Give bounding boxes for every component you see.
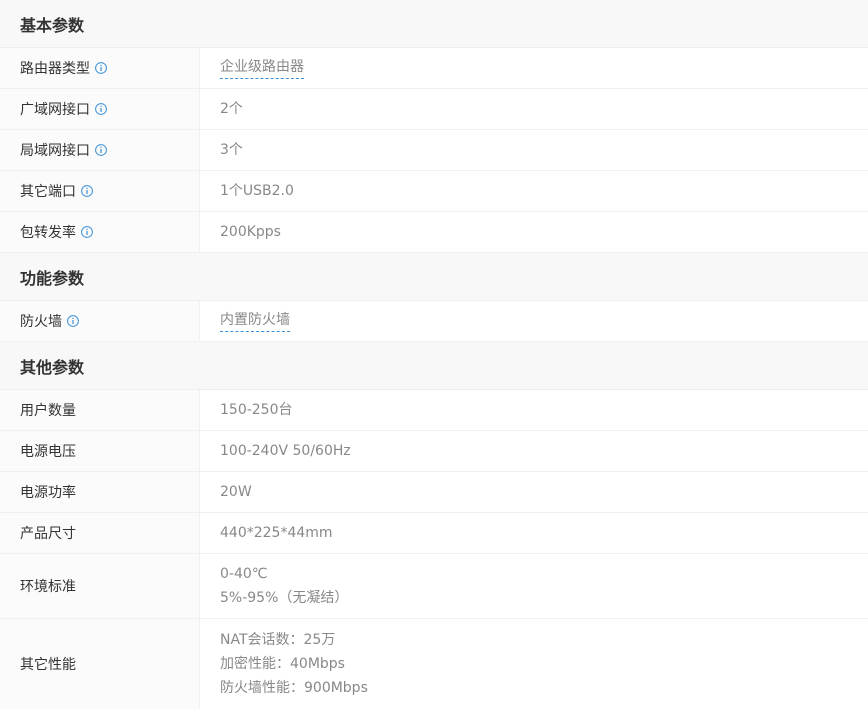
spec-row-environment: 环境标准 0-40℃ 5%-95%（无凝结） bbox=[0, 554, 868, 619]
spec-value-cell: 企业级路由器 bbox=[200, 48, 868, 88]
spec-value-cell: 150-250台 bbox=[200, 390, 868, 430]
spec-label: 路由器类型 bbox=[20, 61, 90, 77]
spec-label: 局域网接口 bbox=[20, 143, 90, 159]
section-title: 其他参数 bbox=[20, 357, 85, 377]
spec-label: 包转发率 bbox=[20, 225, 76, 241]
spec-row-dimensions: 产品尺寸 440*225*44mm bbox=[0, 513, 868, 554]
spec-label: 其它端口 bbox=[20, 184, 76, 200]
spec-row-power-voltage: 电源电压 100-240V 50/60Hz bbox=[0, 431, 868, 472]
spec-label-cell: 其它端口 bbox=[0, 171, 200, 211]
spec-label-cell: 环境标准 bbox=[0, 554, 200, 618]
spec-row-other-performance: 其它性能 NAT会话数：25万 加密性能：40Mbps 防火墙性能：900Mbp… bbox=[0, 619, 868, 709]
spec-label: 电源功率 bbox=[20, 485, 76, 501]
spec-label-cell: 包转发率 bbox=[0, 212, 200, 252]
spec-row-power-consumption: 电源功率 20W bbox=[0, 472, 868, 513]
info-icon[interactable] bbox=[95, 103, 107, 115]
spec-value: 5%-95%（无凝结） bbox=[220, 590, 349, 606]
spec-label: 广域网接口 bbox=[20, 102, 90, 118]
section-header-basic: 基本参数 bbox=[0, 0, 868, 48]
spec-label-cell: 电源功率 bbox=[0, 472, 200, 512]
spec-value-cell: 2个 bbox=[200, 89, 868, 129]
info-icon[interactable] bbox=[95, 144, 107, 156]
spec-value: 20W bbox=[220, 484, 252, 500]
spec-value: 防火墙性能：900Mbps bbox=[220, 680, 368, 696]
info-icon[interactable] bbox=[81, 185, 93, 197]
spec-value: 1个USB2.0 bbox=[220, 183, 294, 199]
info-icon[interactable] bbox=[95, 62, 107, 74]
spec-label-cell: 其它性能 bbox=[0, 619, 200, 709]
spec-label-cell: 局域网接口 bbox=[0, 130, 200, 170]
spec-label: 防火墙 bbox=[20, 314, 62, 330]
spec-row-lan-ports: 局域网接口 3个 bbox=[0, 130, 868, 171]
spec-value-link[interactable]: 企业级路由器 bbox=[220, 57, 304, 79]
spec-label-cell: 防火墙 bbox=[0, 301, 200, 341]
spec-row-forwarding-rate: 包转发率 200Kpps bbox=[0, 212, 868, 253]
section-title: 基本参数 bbox=[20, 15, 85, 35]
spec-value-cell: 0-40℃ 5%-95%（无凝结） bbox=[200, 554, 868, 618]
info-icon[interactable] bbox=[81, 226, 93, 238]
info-icon[interactable] bbox=[67, 315, 79, 327]
spec-label: 其它性能 bbox=[20, 657, 76, 673]
spec-value: 200Kpps bbox=[220, 224, 281, 240]
spec-value: 150-250台 bbox=[220, 402, 293, 418]
spec-row-firewall: 防火墙 内置防火墙 bbox=[0, 301, 868, 342]
spec-label: 电源电压 bbox=[20, 444, 76, 460]
spec-value: 100-240V 50/60Hz bbox=[220, 443, 351, 459]
spec-value: 2个 bbox=[220, 101, 243, 117]
section-header-function: 功能参数 bbox=[0, 253, 868, 301]
spec-value-cell: 1个USB2.0 bbox=[200, 171, 868, 211]
spec-value: 0-40℃ bbox=[220, 566, 268, 582]
section-header-other: 其他参数 bbox=[0, 342, 868, 390]
spec-label-cell: 产品尺寸 bbox=[0, 513, 200, 553]
spec-value: NAT会话数：25万 bbox=[220, 632, 336, 648]
spec-label: 用户数量 bbox=[20, 403, 76, 419]
spec-row-user-count: 用户数量 150-250台 bbox=[0, 390, 868, 431]
spec-value-cell: 3个 bbox=[200, 130, 868, 170]
spec-value-cell: 20W bbox=[200, 472, 868, 512]
spec-value-cell: 200Kpps bbox=[200, 212, 868, 252]
spec-label-cell: 电源电压 bbox=[0, 431, 200, 471]
spec-value-cell: 440*225*44mm bbox=[200, 513, 868, 553]
spec-label-cell: 用户数量 bbox=[0, 390, 200, 430]
spec-label-cell: 路由器类型 bbox=[0, 48, 200, 88]
spec-value: 加密性能：40Mbps bbox=[220, 656, 345, 672]
spec-value-cell: 100-240V 50/60Hz bbox=[200, 431, 868, 471]
spec-label-cell: 广域网接口 bbox=[0, 89, 200, 129]
spec-value: 440*225*44mm bbox=[220, 525, 333, 541]
spec-label: 环境标准 bbox=[20, 579, 76, 595]
spec-sheet: 基本参数 路由器类型 企业级路由器 广域网接口 2个 局域网接口 3个 其它端口… bbox=[0, 0, 868, 714]
spec-row-other-ports: 其它端口 1个USB2.0 bbox=[0, 171, 868, 212]
spec-row-wan-ports: 广域网接口 2个 bbox=[0, 89, 868, 130]
spec-value-cell: 内置防火墙 bbox=[200, 301, 868, 341]
spec-row-router-type: 路由器类型 企业级路由器 bbox=[0, 48, 868, 89]
section-title: 功能参数 bbox=[20, 268, 85, 288]
spec-value-link[interactable]: 内置防火墙 bbox=[220, 310, 290, 332]
spec-value: 3个 bbox=[220, 142, 243, 158]
spec-label: 产品尺寸 bbox=[20, 526, 76, 542]
spec-value-cell: NAT会话数：25万 加密性能：40Mbps 防火墙性能：900Mbps bbox=[200, 619, 868, 709]
